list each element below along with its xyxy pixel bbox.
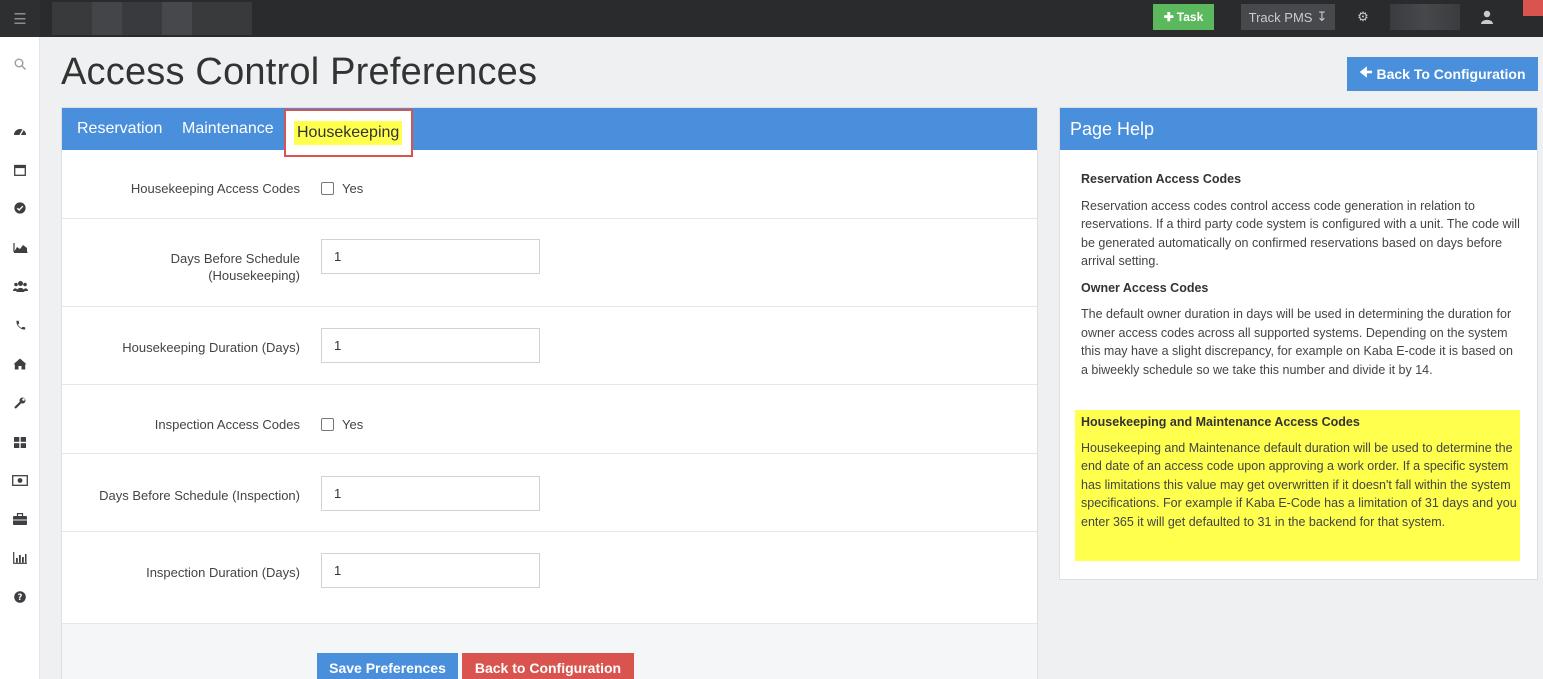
housekeeping-codes-heading: Housekeeping and Maintenance Access Code… <box>1081 415 1360 429</box>
check-circle-icon[interactable] <box>0 198 40 218</box>
inspection-duration-label: Inspection Duration (Days) <box>146 565 300 580</box>
save-preferences-button[interactable]: Save Preferences <box>317 653 458 679</box>
svg-text:?: ? <box>18 593 23 603</box>
housekeeping-help-section: Housekeeping and Maintenance Access Code… <box>1081 413 1517 531</box>
form-row-days-before-housekeeping: Days Before Schedule (Housekeeping) 1 <box>62 219 1037 307</box>
tab-maintenance[interactable]: Maintenance <box>182 108 274 150</box>
housekeeping-access-codes-label: Housekeeping Access Codes <box>130 181 300 196</box>
sidebar: ? <box>0 37 40 679</box>
briefcase-icon[interactable] <box>0 509 40 529</box>
back-to-configuration-top-button[interactable]: 🠈 Back To Configuration <box>1347 57 1538 91</box>
question-icon[interactable]: ? <box>0 587 40 607</box>
days-before-housekeeping-label: Days Before Schedule (Housekeeping) <box>171 250 300 284</box>
back-to-configuration-button[interactable]: Back to Configuration <box>462 653 634 679</box>
inspection-access-codes-yes: Yes <box>342 417 364 432</box>
inspection-access-codes-label: Inspection Access Codes <box>154 417 300 432</box>
form-row-housekeeping-codes: Housekeeping Access Codes Yes <box>62 150 1037 219</box>
phone-icon[interactable] <box>0 315 40 335</box>
grid-icon[interactable] <box>0 432 40 452</box>
days-before-inspection-input[interactable]: 1 <box>321 476 540 511</box>
days-before-housekeeping-label-line2: (Housekeeping) <box>208 268 300 283</box>
housekeeping-duration-label: Housekeeping Duration (Days) <box>122 340 300 355</box>
owner-codes-heading: Owner Access Codes <box>1081 280 1209 295</box>
housekeeping-help-highlight: Housekeeping and Maintenance Access Code… <box>1075 410 1520 561</box>
inspection-access-codes-checkbox[interactable] <box>321 418 334 431</box>
tab-housekeeping[interactable]: Housekeeping <box>294 121 403 145</box>
users-icon[interactable] <box>0 276 40 296</box>
plus-icon: ✚ <box>1163 10 1174 24</box>
home-icon[interactable] <box>0 354 40 374</box>
preferences-panel: Reservation Maintenance Housekeeping Hou… <box>61 107 1038 679</box>
page-help-panel: Page Help Reservation Access Codes Reser… <box>1059 107 1538 580</box>
arrow-left-icon: 🠈 <box>1359 64 1373 80</box>
add-task-button[interactable]: ✚ Task <box>1153 4 1214 30</box>
search-icon[interactable] <box>0 54 40 74</box>
days-before-housekeeping-label-line1: Days Before Schedule <box>170 251 300 266</box>
housekeeping-duration-input[interactable]: 1 <box>321 328 540 363</box>
blurred-logo <box>52 2 252 35</box>
inspection-access-codes-option: Yes <box>321 417 363 432</box>
download-icon: ↧ <box>1316 9 1328 24</box>
page-help-title: Page Help <box>1060 108 1537 150</box>
form-row-inspection-duration: Inspection Duration (Days) 1 <box>62 532 1037 623</box>
task-button-label: Task <box>1176 10 1204 24</box>
housekeeping-access-codes-yes: Yes <box>342 181 364 196</box>
inspection-duration-input[interactable]: 1 <box>321 553 540 588</box>
calendar-icon[interactable] <box>0 160 40 180</box>
owner-codes-text: The default owner duration in days will … <box>1081 307 1513 377</box>
housekeeping-codes-text: Housekeeping and Maintenance default dur… <box>1081 440 1517 529</box>
bar-chart-icon[interactable] <box>0 548 40 568</box>
form-row-days-before-inspection: Days Before Schedule (Inspection) 1 <box>62 454 1037 532</box>
blurred-user-name <box>1390 4 1460 30</box>
housekeeping-access-codes-option: Yes <box>321 181 363 196</box>
track-pms-button[interactable]: Track PMS ↧ <box>1241 4 1335 30</box>
area-chart-icon[interactable] <box>0 237 40 257</box>
form-row-inspection-codes: Inspection Access Codes Yes <box>62 385 1037 454</box>
user-icon[interactable] <box>1472 4 1502 30</box>
track-pms-label: Track PMS <box>1248 9 1313 25</box>
menu-icon[interactable]: ☰ <box>0 0 40 37</box>
wrench-icon[interactable] <box>0 393 40 413</box>
days-before-housekeeping-input[interactable]: 1 <box>321 239 540 274</box>
back-top-label: Back To Configuration <box>1376 66 1526 82</box>
form-footer: Save Preferences Back to Configuration <box>62 623 1037 679</box>
gear-icon[interactable]: ⚙ <box>1350 4 1376 30</box>
top-bar: ☰ ✚ Task Track PMS ↧ ⚙ <box>0 0 1543 37</box>
notification-edge[interactable] <box>1523 0 1543 16</box>
page-title: Access Control Preferences <box>61 51 538 93</box>
dashboard-icon[interactable] <box>0 120 40 140</box>
reservation-codes-text: Reservation access codes control access … <box>1081 198 1520 269</box>
reservation-codes-heading: Reservation Access Codes <box>1081 172 1242 186</box>
tab-reservation[interactable]: Reservation <box>77 108 162 150</box>
housekeeping-access-codes-checkbox[interactable] <box>321 182 334 195</box>
days-before-inspection-label: Days Before Schedule (Inspection) <box>99 488 300 503</box>
page-help-body: Reservation Access Codes Reservation acc… <box>1081 170 1521 387</box>
money-icon[interactable] <box>0 470 40 490</box>
form-row-housekeeping-duration: Housekeeping Duration (Days) 1 <box>62 307 1037 385</box>
tab-bar: Reservation Maintenance <box>62 108 1037 150</box>
